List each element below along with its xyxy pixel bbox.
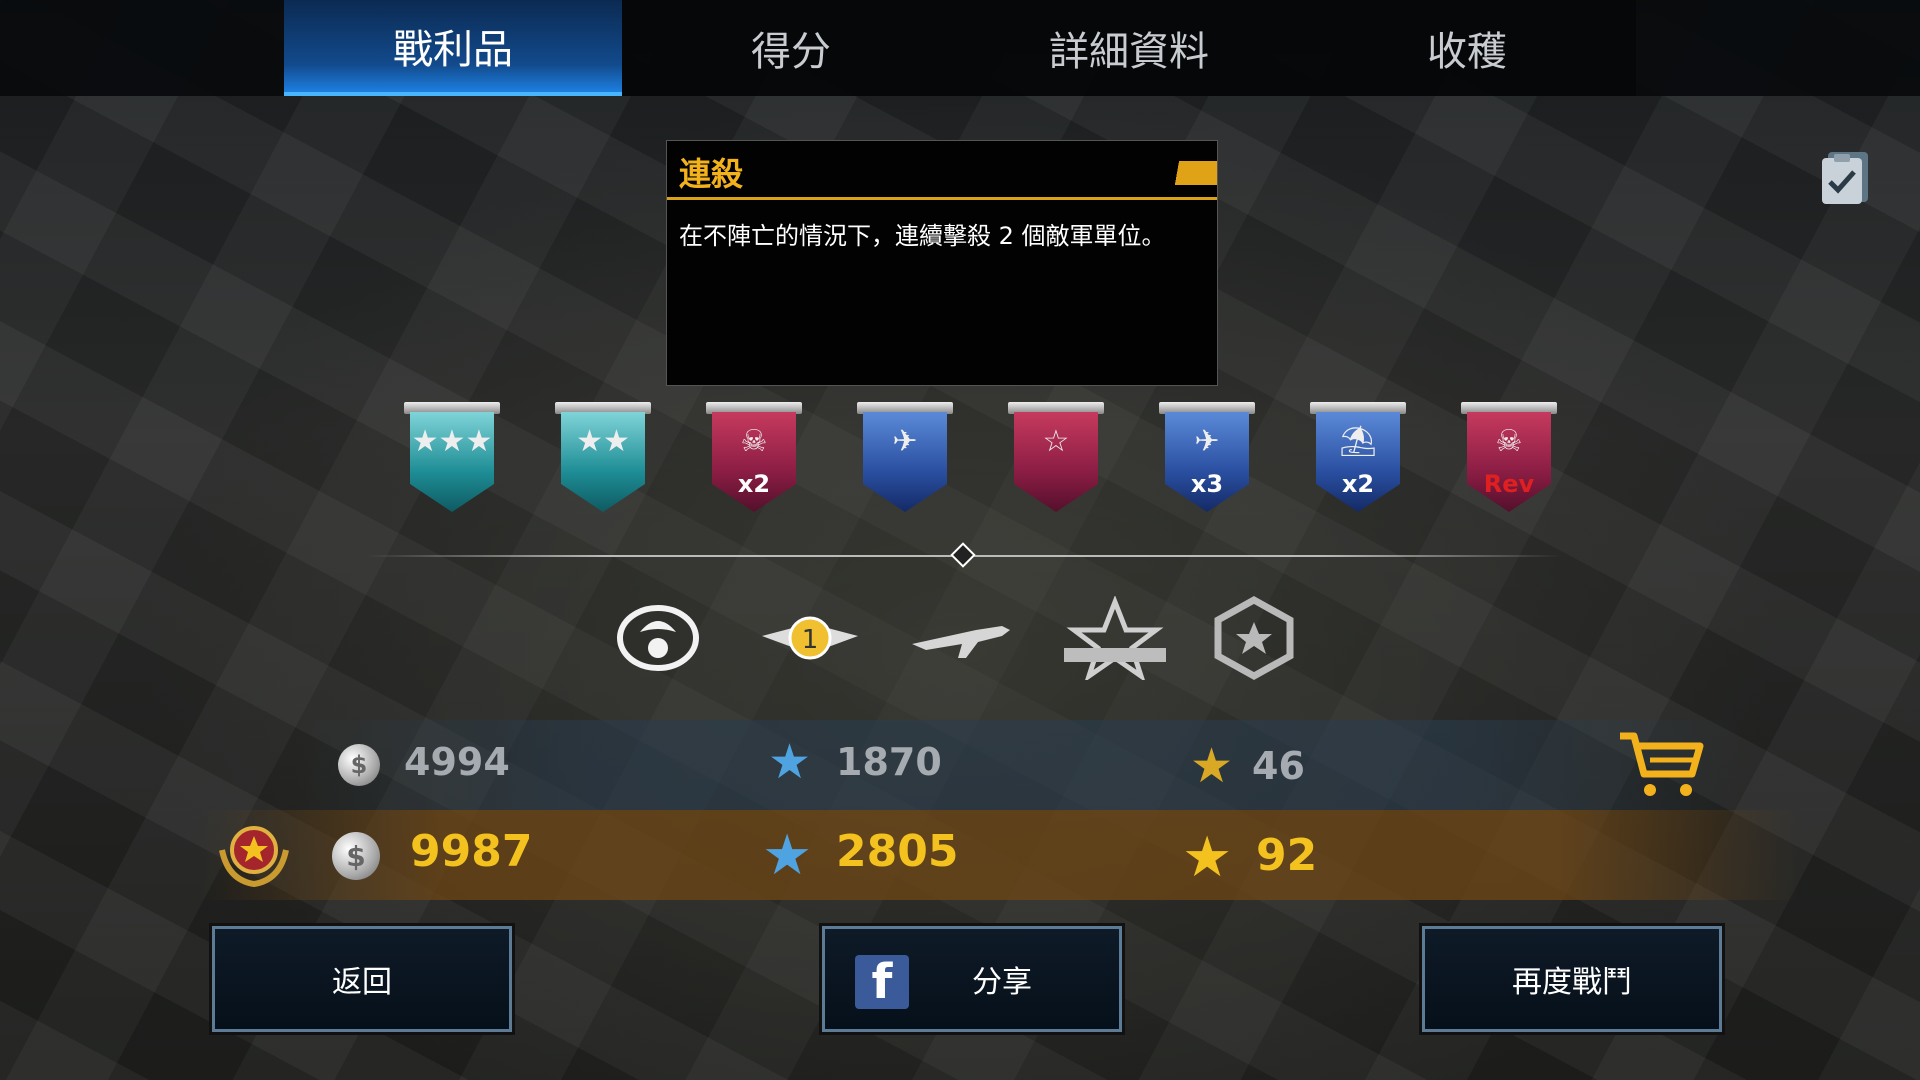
gold-star-icon: ★ [1190,738,1234,794]
blue-star-base-value: 1870 [836,740,942,784]
back-button-label: 返回 [332,965,392,1000]
medals-row: ★★★ ★★ ☠ x2 ✈ ☆ ✈ x3 ⛱ x2 ☠ Rev [398,402,1558,522]
tab-score[interactable]: 得分 [622,0,960,96]
helmet-emblem-icon[interactable] [616,596,700,680]
tooltip-header: 連殺 [667,141,1217,200]
three-stars-icon: ★★★ [411,424,493,459]
facebook-icon: f [855,955,909,1009]
currency-total-row: $ 9987 ★ 2805 ★ 92 [200,810,1800,900]
currency-base-row: $ 4994 ★ 1870 ★ 46 [300,720,1740,810]
star-icon: ☆ [1042,424,1070,459]
gold-star-base-value: 46 [1252,744,1305,788]
star-ribbon-icon[interactable] [1060,596,1170,680]
silver-coin-icon: $ [332,832,380,880]
blue-star-total-value: 2805 [836,826,959,877]
tab-loot[interactable]: 戰利品 [284,0,622,96]
medal-two-stars[interactable]: ★★ [555,402,651,514]
divider-diamond [950,542,976,568]
medal-skull-revenge[interactable]: ☠ Rev [1461,402,1557,514]
plane-icon: ✈ [1194,424,1220,459]
fight-again-button[interactable]: 再度戰鬥 [1422,926,1722,1032]
parachute-icon: ⛱ [1338,424,1378,459]
clipboard-check-icon[interactable] [1818,146,1872,206]
silver-base-value: 4994 [404,740,510,784]
tooltip-accent [1161,161,1217,185]
medal-star[interactable]: ☆ [1008,402,1104,514]
svg-text:1: 1 [802,625,819,655]
medal-multiplier: x3 [1190,470,1224,498]
medal-multiplier: x2 [1341,470,1375,498]
tooltip-description: 在不陣亡的情況下，連續擊殺 2 個敵軍單位。 [679,222,1166,250]
medal-multiplier: Rev [1483,470,1535,498]
hexagon-star-icon[interactable] [1212,596,1296,680]
blue-star-icon: ★ [768,734,812,790]
shopping-cart-icon[interactable] [1616,730,1706,800]
tab-harvest[interactable]: 收穫 [1298,0,1636,96]
gold-star-icon: ★ [1182,825,1233,890]
medal-three-stars[interactable]: ★★★ [404,402,500,514]
medal-parachute-x2[interactable]: ⛱ x2 [1310,402,1406,514]
share-button[interactable]: f 分享 [822,926,1122,1032]
skull-revenge-icon: ☠ [1495,424,1523,459]
blue-star-icon: ★ [762,823,813,888]
share-button-label: 分享 [972,965,1032,1000]
plane-icon: ✈ [892,424,918,459]
plane-silhouette-icon[interactable] [906,596,1016,680]
gold-star-total-value: 92 [1256,830,1318,881]
two-stars-icon: ★★ [576,424,630,459]
tooltip-title: 連殺 [679,155,744,193]
top-tab-bar: 戰利品 得分 詳細資料 收穫 [0,0,1920,96]
winged-badge-icon[interactable]: 1 [760,596,860,680]
premium-emblem-icon [219,826,289,888]
fight-again-button-label: 再度戰鬥 [1512,965,1632,1000]
medal-skull-x2[interactable]: ☠ x2 [706,402,802,514]
skull-icon: ☠ [740,424,768,459]
medal-multiplier: x2 [737,470,771,498]
back-button[interactable]: 返回 [212,926,512,1032]
silver-coin-icon: $ [338,744,380,786]
silver-total-value: 9987 [410,826,533,877]
tab-details[interactable]: 詳細資料 [960,0,1298,96]
medal-plane-x3[interactable]: ✈ x3 [1159,402,1255,514]
rank-icons-row: 1 [600,596,1320,680]
medal-plane[interactable]: ✈ [857,402,953,514]
achievement-tooltip: 連殺 在不陣亡的情況下，連續擊殺 2 個敵軍單位。 [666,140,1218,386]
